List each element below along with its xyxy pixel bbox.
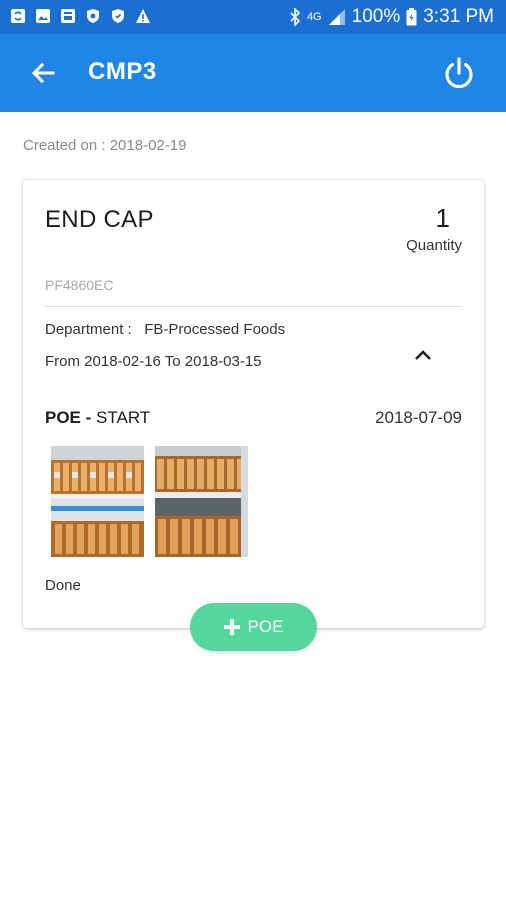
battery-icon [406, 8, 417, 26]
shelf-photo [51, 446, 144, 557]
poe-date: 2018-07-09 [375, 408, 462, 427]
created-on-text: Created on : 2018-02-19 [23, 137, 187, 154]
poe-prefix: POE - [45, 408, 97, 427]
logout-button[interactable] [440, 54, 478, 92]
poe-heading: POE - START [45, 408, 150, 428]
chevron-up-icon[interactable] [412, 344, 434, 366]
status-right: 4G 100% 3:31 PM [289, 6, 494, 28]
back-button[interactable] [26, 56, 60, 90]
inbox-icon [61, 9, 75, 23]
battery-percent: 100% [351, 6, 401, 27]
department-text: Department : FB-Processed Foods [45, 321, 286, 338]
image-icon [36, 9, 50, 23]
signal-icon [328, 9, 345, 25]
page-title: CMP3 [88, 58, 157, 85]
notification-icons [10, 8, 151, 24]
security-shield-icon [112, 9, 124, 23]
display-card: END CAP 1 Quantity PF4860EC Department :… [23, 180, 484, 628]
plus-icon [223, 619, 240, 635]
power-icon [445, 57, 473, 89]
shelf-photo [155, 446, 248, 557]
shield-icon [87, 9, 99, 23]
poe-stage: START [96, 408, 151, 427]
status-bar: 4G 100% 3:31 PM [0, 0, 506, 34]
quantity-label: Quantity [406, 237, 462, 254]
poe-photo-thumbnail[interactable] [155, 446, 248, 557]
clock: 3:31 PM [423, 6, 494, 27]
network-type: 4G [306, 11, 322, 23]
quantity-value: 1 [435, 203, 450, 233]
bluetooth-icon [290, 8, 301, 26]
add-poe-button[interactable]: POE [190, 603, 317, 651]
poe-status: Done [45, 577, 81, 594]
back-arrow-icon [31, 62, 55, 84]
sync-icon [11, 9, 25, 23]
poe-photo-thumbnail[interactable] [51, 446, 144, 557]
divider [45, 306, 462, 307]
date-range-text: From 2018-02-16 To 2018-03-15 [45, 353, 262, 370]
app-bar: CMP3 [0, 34, 506, 112]
card-title: END CAP [45, 206, 154, 233]
add-poe-label: POE [247, 617, 284, 636]
product-code: PF4860EC [45, 277, 114, 293]
warning-icon [136, 9, 150, 23]
